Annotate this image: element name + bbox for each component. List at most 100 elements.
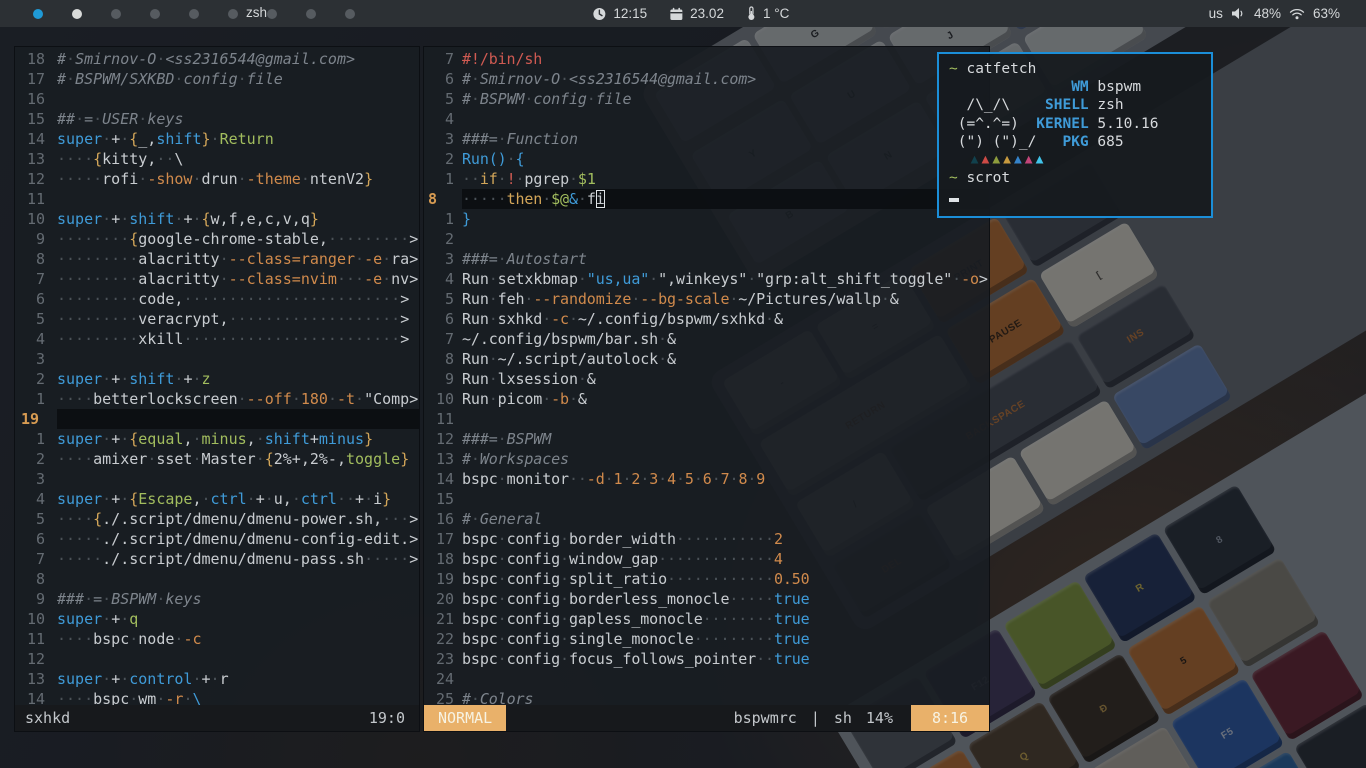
line-number: 14	[428, 469, 454, 489]
info-value: bspwm	[1089, 78, 1141, 96]
statusline-position: 8:16	[911, 705, 989, 731]
statusline-left: sxhkd 19:0	[15, 705, 419, 731]
code-text: bspc·config·border_width···········2	[462, 529, 989, 549]
code-text: #·Colors	[462, 689, 989, 705]
line-number: 11	[21, 189, 45, 209]
code-text: ##·=·USER·keys	[57, 109, 419, 129]
code-text: #·Workspaces	[462, 449, 989, 469]
statusline-filename: sxhkd	[25, 709, 70, 727]
editor-line: 16 #·General	[424, 509, 989, 529]
line-number: 10	[21, 209, 45, 229]
palette-triangle: ▲	[1003, 151, 1014, 169]
editor-line: 10super·+·shift·+·{w,f,e,c,v,q}	[15, 209, 419, 229]
workspace-dot-1[interactable]	[33, 9, 43, 19]
line-number: 19	[21, 409, 45, 429]
line-number: 1	[21, 389, 45, 409]
floating-terminal-catfetch[interactable]: ~ catfetch WM bspwm /\_/\ SHELL zsh (=^.…	[937, 52, 1213, 218]
editor-line: 7~/.config/bspwm/bar.sh·&	[424, 329, 989, 349]
line-number: 1	[428, 169, 454, 189]
code-text: ~/.config/bspwm/bar.sh·&	[462, 329, 989, 349]
ascii-cat-art: (") (")_/	[949, 133, 1036, 151]
editor-line: 7 #!/bin/sh	[424, 49, 989, 69]
code-text: #!/bin/sh	[462, 49, 989, 69]
clock-icon	[592, 7, 606, 21]
editor-line: 14 bspc·monitor··-d·1·2·3·4·5·6·7·8·9	[424, 469, 989, 489]
terminal-window-sxhkd[interactable]: 18#·Smirnov-O·<ss2316544@gmail.com>17#·B…	[14, 46, 420, 732]
editor-line: 15##·=·USER·keys	[15, 109, 419, 129]
code-text	[57, 189, 419, 209]
editor-line: 4super·+·{Escape,·ctrl·+·u,·ctrl··+·i}	[15, 489, 419, 509]
code-text: ··if·!·pgrep·$1	[462, 169, 989, 189]
workspace-dot-5[interactable]	[189, 9, 199, 19]
editor-line: 6Run·sxhkd·-c·~/.config/bspwm/sxhkd·&	[424, 309, 989, 329]
statusline-ruler: 19:0	[369, 709, 405, 727]
line-number: 16	[428, 509, 454, 529]
workspace-dot-4[interactable]	[150, 9, 160, 19]
editor-line: 8Run·~/.script/autolock·&	[424, 349, 989, 369]
terminal-cursor	[949, 198, 959, 202]
workspace-dot-7[interactable]	[267, 9, 277, 19]
line-number: 21	[428, 609, 454, 629]
palette-triangle: ▲	[1025, 151, 1036, 169]
terminal-window-bspwmrc[interactable]: 7#!/bin/sh6#·Smirnov-O·<ss2316544@gmail.…	[423, 46, 990, 732]
workspace-dot-2[interactable]	[72, 9, 82, 19]
bar-date: 23.02	[690, 6, 724, 21]
bar-time: 12:15	[613, 6, 647, 21]
editor-line: 21bspc·config·gapless_monocle········tru…	[424, 609, 989, 629]
vim-mode-indicator: NORMAL	[424, 705, 506, 731]
code-text: super·+·{_,shift}·Return	[57, 129, 419, 149]
line-number: 1	[428, 209, 454, 229]
line-number: 10	[21, 609, 45, 629]
editor-line: 12	[15, 649, 419, 669]
code-text: bspc·config·single_monocle·········true	[462, 629, 989, 649]
line-number: 18	[428, 549, 454, 569]
shell-prompt-line: ~ catfetch	[949, 60, 1201, 78]
editor-line: 10Run·picom·-b·&	[424, 389, 989, 409]
editor-line: 4	[424, 109, 989, 129]
line-number: 11	[21, 629, 45, 649]
info-label: SHELL	[1036, 96, 1088, 114]
code-text: Run·lxsession·&	[462, 369, 989, 389]
code-text: ·········code,························>	[57, 289, 419, 309]
cursor-line	[949, 187, 1201, 205]
line-number: 23	[428, 649, 454, 669]
editor-line: 24	[424, 669, 989, 689]
line-number: 7	[428, 49, 454, 69]
info-value: 685	[1089, 133, 1124, 151]
code-text	[57, 409, 419, 429]
line-number: 10	[428, 389, 454, 409]
editor-line: 1 ··if·!·pgrep·$1	[424, 169, 989, 189]
editor-line: 25#·Colors	[424, 689, 989, 705]
line-number: 2	[21, 449, 45, 469]
catfetch-info-row: (=^.^=) KERNEL 5.10.16	[949, 115, 1201, 133]
editor-line: 6·····./.script/dmenu/dmenu-config-edit.…	[15, 529, 419, 549]
editor-line: 2super·+·shift·+·z	[15, 369, 419, 389]
workspace-dot-6[interactable]	[228, 9, 238, 19]
statusline-filetype: sh	[834, 709, 852, 727]
code-text	[57, 349, 419, 369]
line-number: 13	[21, 149, 45, 169]
line-number: 17	[21, 69, 45, 89]
workspace-dot-3[interactable]	[111, 9, 121, 19]
editor-line: 9Run·lxsession·&	[424, 369, 989, 389]
command-catfetch: catfetch	[966, 60, 1036, 78]
info-value: zsh	[1089, 96, 1124, 114]
editor-line: 3	[15, 469, 419, 489]
code-text: Run·feh·--randomize·--bg-scale·~/Picture…	[462, 289, 989, 309]
line-number: 6	[21, 289, 45, 309]
line-number: 24	[428, 669, 454, 689]
code-text: bspc·monitor··-d·1·2·3·4·5·6·7·8·9	[462, 469, 989, 489]
workspace-dot-8[interactable]	[306, 9, 316, 19]
info-label: KERNEL	[1036, 115, 1088, 133]
editor-line: 8·········alacritty·--class=ranger·-e·ra…	[15, 249, 419, 269]
line-number: 2	[428, 229, 454, 249]
editor-line: 8	[15, 569, 419, 589]
line-number: 4	[428, 109, 454, 129]
code-text: bspc·config·focus_follows_pointer··true	[462, 649, 989, 669]
code-text: #·General	[462, 509, 989, 529]
ascii-cat-art: /\_/\	[949, 96, 1036, 114]
workspace-dot-9[interactable]	[345, 9, 355, 19]
ascii-cat-art: (=^.^=)	[949, 115, 1036, 133]
line-number: 4	[21, 329, 45, 349]
keyboard-layout-indicator: us	[1209, 6, 1223, 21]
